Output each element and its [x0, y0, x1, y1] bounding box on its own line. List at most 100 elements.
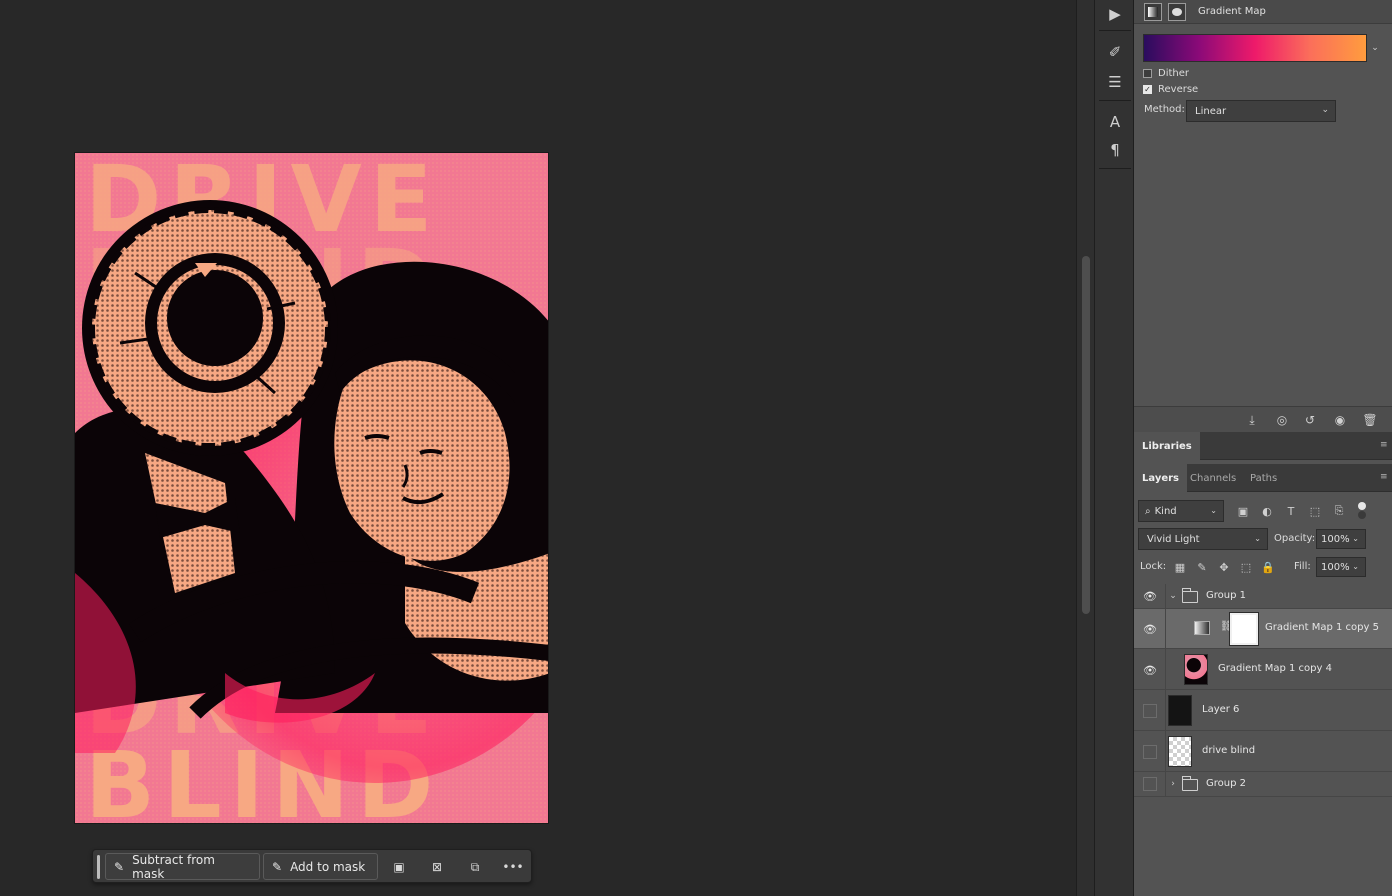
chevron-down-icon: ⌄: [1254, 534, 1261, 543]
properties-panel: Gradient Map ⌄ Dither ✓ Reverse Method: …: [1134, 0, 1392, 432]
layer-row-group-2[interactable]: › Group 2: [1134, 772, 1392, 797]
task-bar-grip-handle[interactable]: [97, 855, 100, 879]
filter-shape-icon[interactable]: ⬚: [1306, 502, 1324, 520]
document-canvas[interactable]: DRIVE BLIND DRIVE BLIND: [0, 0, 1076, 896]
layer-row-drive-blind[interactable]: drive blind: [1134, 731, 1392, 772]
blend-mode-value: Vivid Light: [1147, 533, 1200, 545]
mask-icon[interactable]: [1168, 2, 1186, 21]
adjustment-sliders-icon[interactable]: ☰: [1103, 70, 1127, 94]
mask-properties-icon[interactable]: ▣: [389, 857, 409, 877]
dither-checkbox[interactable]: [1143, 69, 1152, 78]
panel-menu-icon[interactable]: ≡: [1380, 472, 1390, 482]
delete-adjustment-icon[interactable]: 🗑: [1360, 411, 1380, 429]
view-previous-state-icon[interactable]: ◎: [1272, 411, 1292, 429]
tab-channels[interactable]: Channels: [1182, 464, 1244, 492]
filter-adjustment-icon[interactable]: ◐: [1258, 502, 1276, 520]
filter-type-icon[interactable]: T: [1282, 502, 1300, 520]
layer-thumbnail: [1168, 695, 1192, 726]
tab-layers-label: Layers: [1142, 472, 1179, 484]
layer-row-gradient-map-copy-5[interactable]: 👁 ⛓ Gradient Map 1 copy 5: [1134, 609, 1392, 649]
add-to-mask-button[interactable]: ✎ Add to mask: [263, 853, 378, 880]
paragraph-panel-icon[interactable]: ¶: [1103, 138, 1127, 162]
layer-name: Group 1: [1206, 590, 1246, 601]
mask-refine-icon[interactable]: ⧉: [465, 857, 485, 877]
artwork-image[interactable]: DRIVE BLIND DRIVE BLIND: [74, 152, 549, 824]
tab-layers[interactable]: Layers: [1134, 464, 1187, 492]
blend-row: Vivid Light ⌄ Opacity: 100% ⌄: [1138, 528, 1388, 550]
layer-mask-thumbnail[interactable]: [1229, 612, 1259, 646]
scrollbar-thumb[interactable]: [1082, 256, 1090, 614]
layer-name: Gradient Map 1 copy 5: [1265, 622, 1379, 633]
method-label: Method:: [1144, 104, 1185, 115]
lock-artboard-icon[interactable]: ⬚: [1238, 559, 1254, 575]
lock-image-pixels-icon[interactable]: ✎: [1194, 559, 1210, 575]
reverse-option[interactable]: ✓ Reverse: [1143, 84, 1198, 95]
properties-footer: ⤓ ◎ ↺ ◉ 🗑: [1134, 406, 1392, 432]
tab-channels-label: Channels: [1190, 472, 1237, 484]
reset-adjustments-icon[interactable]: ↺: [1300, 411, 1320, 429]
tab-libraries-label: Libraries: [1142, 440, 1192, 452]
more-options-icon[interactable]: •••: [502, 857, 523, 877]
chevron-down-icon: ⌄: [1321, 105, 1329, 115]
chevron-down-icon: ⌄: [1352, 562, 1359, 571]
fill-value: 100%: [1321, 561, 1350, 573]
canvas-vertical-scrollbar[interactable]: [1076, 0, 1094, 896]
layers-tab-bar: Layers Channels Paths ≡: [1134, 464, 1392, 492]
filter-pixel-icon[interactable]: ▣: [1234, 502, 1252, 520]
tab-paths-label: Paths: [1250, 472, 1278, 484]
tab-libraries[interactable]: Libraries: [1134, 432, 1200, 460]
reverse-label: Reverse: [1158, 84, 1199, 95]
character-panel-icon[interactable]: A: [1103, 110, 1127, 134]
filter-smart-object-icon[interactable]: ⎘: [1330, 502, 1348, 520]
chevron-down-icon[interactable]: ⌄: [1168, 591, 1178, 601]
disable-mask-icon[interactable]: ⊠: [427, 857, 447, 877]
method-value: Linear: [1195, 105, 1227, 117]
subtract-from-mask-button[interactable]: ✎ Subtract from mask: [105, 853, 260, 881]
dither-label: Dither: [1158, 68, 1190, 79]
panel-menu-icon[interactable]: ≡: [1380, 440, 1390, 450]
reverse-checkbox[interactable]: ✓: [1143, 85, 1152, 94]
chevron-right-icon[interactable]: ›: [1168, 779, 1178, 789]
layer-row-gradient-map-copy-4[interactable]: 👁 Gradient Map 1 copy 4: [1134, 649, 1392, 690]
lock-label: Lock:: [1140, 561, 1167, 572]
adjustment-icon[interactable]: [1144, 2, 1162, 21]
opacity-label: Opacity:: [1274, 533, 1316, 544]
properties-title: Gradient Map: [1198, 6, 1266, 17]
dither-option[interactable]: Dither: [1143, 68, 1189, 79]
fill-field[interactable]: 100% ⌄: [1316, 557, 1366, 577]
filter-kind-select[interactable]: ⌕ Kind ⌄: [1138, 500, 1224, 522]
visibility-eye-icon[interactable]: 👁: [1143, 622, 1157, 636]
layer-row-layer-6[interactable]: Layer 6: [1134, 690, 1392, 731]
visibility-eye-icon[interactable]: 👁: [1143, 589, 1157, 603]
poster-artwork: DRIVE BLIND DRIVE BLIND: [75, 153, 548, 823]
visibility-toggle-off[interactable]: [1143, 777, 1157, 791]
method-select[interactable]: Linear ⌄: [1186, 100, 1336, 122]
lock-transparent-pixels-icon[interactable]: ▦: [1172, 559, 1188, 575]
tab-paths[interactable]: Paths: [1242, 464, 1285, 492]
search-icon: ⌕: [1145, 505, 1151, 517]
lock-all-icon[interactable]: 🔒: [1260, 559, 1276, 575]
lock-position-icon[interactable]: ✥: [1216, 559, 1232, 575]
gradient-preview-bar[interactable]: [1143, 34, 1367, 62]
fill-label: Fill:: [1294, 561, 1311, 572]
layer-row-group-1[interactable]: 👁 ⌄ Group 1: [1134, 584, 1392, 609]
filter-toggle-switch[interactable]: [1358, 502, 1366, 520]
chevron-down-icon: ⌄: [1210, 506, 1217, 515]
brush-settings-icon[interactable]: ✐: [1103, 40, 1127, 64]
folder-icon: [1182, 776, 1198, 791]
visibility-eye-icon[interactable]: 👁: [1143, 663, 1157, 677]
libraries-tab-bar: Libraries ≡: [1134, 432, 1392, 460]
visibility-toggle-off[interactable]: [1143, 704, 1157, 718]
layer-name: Gradient Map 1 copy 4: [1218, 663, 1332, 674]
layer-name: Layer 6: [1202, 704, 1240, 715]
play-action-icon[interactable]: ▶: [1103, 2, 1127, 26]
visibility-toggle-off[interactable]: [1143, 745, 1157, 759]
layer-name: drive blind: [1202, 745, 1256, 756]
panel-icon-strip: ▶ ✐ ☰ A ¶: [1094, 0, 1134, 896]
link-chain-icon[interactable]: ⛓: [1220, 621, 1233, 637]
gradient-picker-chevron-icon[interactable]: ⌄: [1368, 34, 1382, 62]
clip-to-layer-icon[interactable]: ⤓: [1242, 411, 1262, 429]
blend-mode-select[interactable]: Vivid Light ⌄: [1138, 528, 1268, 550]
toggle-visibility-icon[interactable]: ◉: [1330, 411, 1350, 429]
opacity-field[interactable]: 100% ⌄: [1316, 529, 1366, 549]
